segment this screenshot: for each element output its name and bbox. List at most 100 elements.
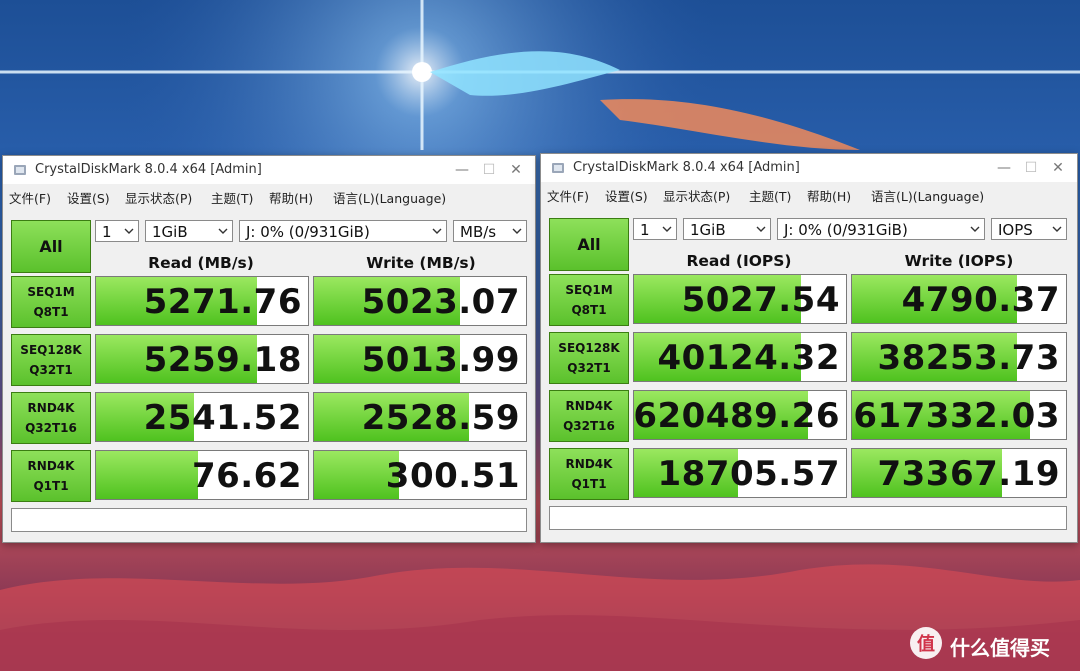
cdm-window-right: CrystalDiskMark 8.0.4 x64 [Admin] — ☐ ✕ … (540, 153, 1078, 543)
read-value: 5027.54 (681, 280, 840, 320)
read-result-cell: 2541.52 (95, 392, 309, 442)
write-value: 5023.07 (361, 282, 520, 322)
title-bar[interactable]: CrystalDiskMark 8.0.4 x64 [Admin] — ☐ ✕ (541, 154, 1077, 182)
read-column-header: Read (IOPS) (686, 252, 792, 270)
chevron-down-icon (512, 228, 522, 234)
test-params: Q32T16 (25, 421, 77, 435)
read-result-cell: 5271.76 (95, 276, 309, 326)
test-name: RND4K (565, 457, 613, 471)
test-name: RND4K (565, 399, 613, 413)
minimize-icon[interactable]: — (993, 158, 1015, 178)
drive-value: J: 0% (0/931GiB) (784, 221, 908, 239)
test-params: Q1T1 (33, 479, 69, 493)
write-value: 38253.73 (877, 338, 1060, 378)
close-icon[interactable]: ✕ (1047, 158, 1069, 178)
write-result-cell: 300.51 (313, 450, 527, 500)
maximize-icon[interactable]: ☐ (478, 160, 500, 180)
menu-help[interactable]: 帮助(H) (269, 188, 313, 207)
menu-profile[interactable]: 显示状态(P) (663, 186, 730, 205)
window-title: CrystalDiskMark 8.0.4 x64 [Admin] (35, 162, 262, 177)
write-value: 4790.37 (901, 280, 1060, 320)
unit-select[interactable]: IOPS (991, 218, 1067, 240)
svg-text:值: 值 (917, 633, 935, 655)
menu-help[interactable]: 帮助(H) (807, 186, 851, 205)
read-value: 620489.26 (633, 396, 840, 436)
test-size-select[interactable]: 1GiB (145, 220, 233, 242)
crystaldiskmark-app-icon (14, 165, 26, 175)
write-column-header: Write (MB/s) (366, 254, 476, 272)
test-size-value: 1GiB (152, 223, 188, 241)
test-name: SEQ1M (27, 285, 75, 299)
test-count-value: 1 (102, 223, 112, 241)
menu-theme[interactable]: 主题(T) (211, 188, 253, 207)
read-value: 5271.76 (143, 282, 302, 322)
read-result-cell: 18705.57 (633, 448, 847, 498)
comment-field[interactable] (11, 508, 527, 532)
chevron-down-icon (124, 228, 134, 234)
test-size-value: 1GiB (690, 221, 726, 239)
menu-bar: 文件(F) 设置(S) 显示状态(P) 主题(T) 帮助(H) 语言(L)(La… (541, 182, 1077, 204)
write-result-cell: 5013.99 (313, 334, 527, 384)
read-result-cell: 620489.26 (633, 390, 847, 440)
read-value: 18705.57 (657, 454, 840, 494)
crystaldiskmark-app-icon (552, 163, 564, 173)
drive-value: J: 0% (0/931GiB) (246, 223, 370, 241)
test-button-rnd4k-q32t16[interactable]: RND4K Q32T16 (11, 392, 91, 444)
menu-profile[interactable]: 显示状态(P) (125, 188, 192, 207)
chevron-down-icon (756, 226, 766, 232)
unit-value: IOPS (998, 221, 1033, 239)
read-result-cell: 5027.54 (633, 274, 847, 324)
menu-theme[interactable]: 主题(T) (749, 186, 791, 205)
chevron-down-icon (662, 226, 672, 232)
menu-language[interactable]: 语言(L)(Language) (333, 188, 446, 207)
read-value: 2541.52 (143, 398, 302, 438)
test-params: Q32T16 (563, 419, 615, 433)
test-params: Q32T1 (29, 363, 73, 377)
test-button-rnd4k-q1t1[interactable]: RND4K Q1T1 (11, 450, 91, 502)
menu-file[interactable]: 文件(F) (547, 186, 589, 205)
test-name: RND4K (27, 459, 75, 473)
write-result-cell: 2528.59 (313, 392, 527, 442)
menu-file[interactable]: 文件(F) (9, 188, 51, 207)
write-value: 300.51 (385, 456, 520, 496)
maximize-icon[interactable]: ☐ (1020, 158, 1042, 178)
comment-field[interactable] (549, 506, 1067, 530)
test-count-value: 1 (640, 221, 650, 239)
close-icon[interactable]: ✕ (505, 160, 527, 180)
all-button[interactable]: All (11, 220, 91, 273)
test-button-seq128k[interactable]: SEQ128K Q32T1 (11, 334, 91, 386)
write-column-header: Write (IOPS) (904, 252, 1014, 270)
menu-settings[interactable]: 设置(S) (67, 188, 110, 207)
test-count-select[interactable]: 1 (95, 220, 139, 242)
test-button-rnd4k-q32t16[interactable]: RND4K Q32T16 (549, 390, 629, 442)
chevron-down-icon (970, 226, 980, 232)
test-name: SEQ128K (558, 341, 620, 355)
read-value: 5259.18 (143, 340, 302, 380)
unit-select[interactable]: MB/s (453, 220, 527, 242)
read-result-cell: 76.62 (95, 450, 309, 500)
title-bar[interactable]: CrystalDiskMark 8.0.4 x64 [Admin] — ☐ ✕ (3, 156, 535, 184)
read-value: 40124.32 (657, 338, 840, 378)
read-result-cell: 40124.32 (633, 332, 847, 382)
test-button-seq1m[interactable]: SEQ1M Q8T1 (549, 274, 629, 326)
write-value: 73367.19 (877, 454, 1060, 494)
menu-language[interactable]: 语言(L)(Language) (871, 186, 984, 205)
watermark-text: 什么值得买 (950, 636, 1050, 660)
write-value: 617332.03 (853, 396, 1060, 436)
test-button-seq128k[interactable]: SEQ128K Q32T1 (549, 332, 629, 384)
write-value: 2528.59 (361, 398, 520, 438)
test-size-select[interactable]: 1GiB (683, 218, 771, 240)
write-result-cell: 5023.07 (313, 276, 527, 326)
test-count-select[interactable]: 1 (633, 218, 677, 240)
test-button-seq1m[interactable]: SEQ1M Q8T1 (11, 276, 91, 328)
test-params: Q1T1 (571, 477, 607, 491)
read-column-header: Read (MB/s) (148, 254, 254, 272)
drive-select[interactable]: J: 0% (0/931GiB) (777, 218, 985, 240)
chevron-down-icon (432, 228, 442, 234)
menu-settings[interactable]: 设置(S) (605, 186, 648, 205)
all-button[interactable]: All (549, 218, 629, 271)
minimize-icon[interactable]: — (451, 160, 473, 180)
test-button-rnd4k-q1t1[interactable]: RND4K Q1T1 (549, 448, 629, 500)
chevron-down-icon (1052, 226, 1062, 232)
drive-select[interactable]: J: 0% (0/931GiB) (239, 220, 447, 242)
